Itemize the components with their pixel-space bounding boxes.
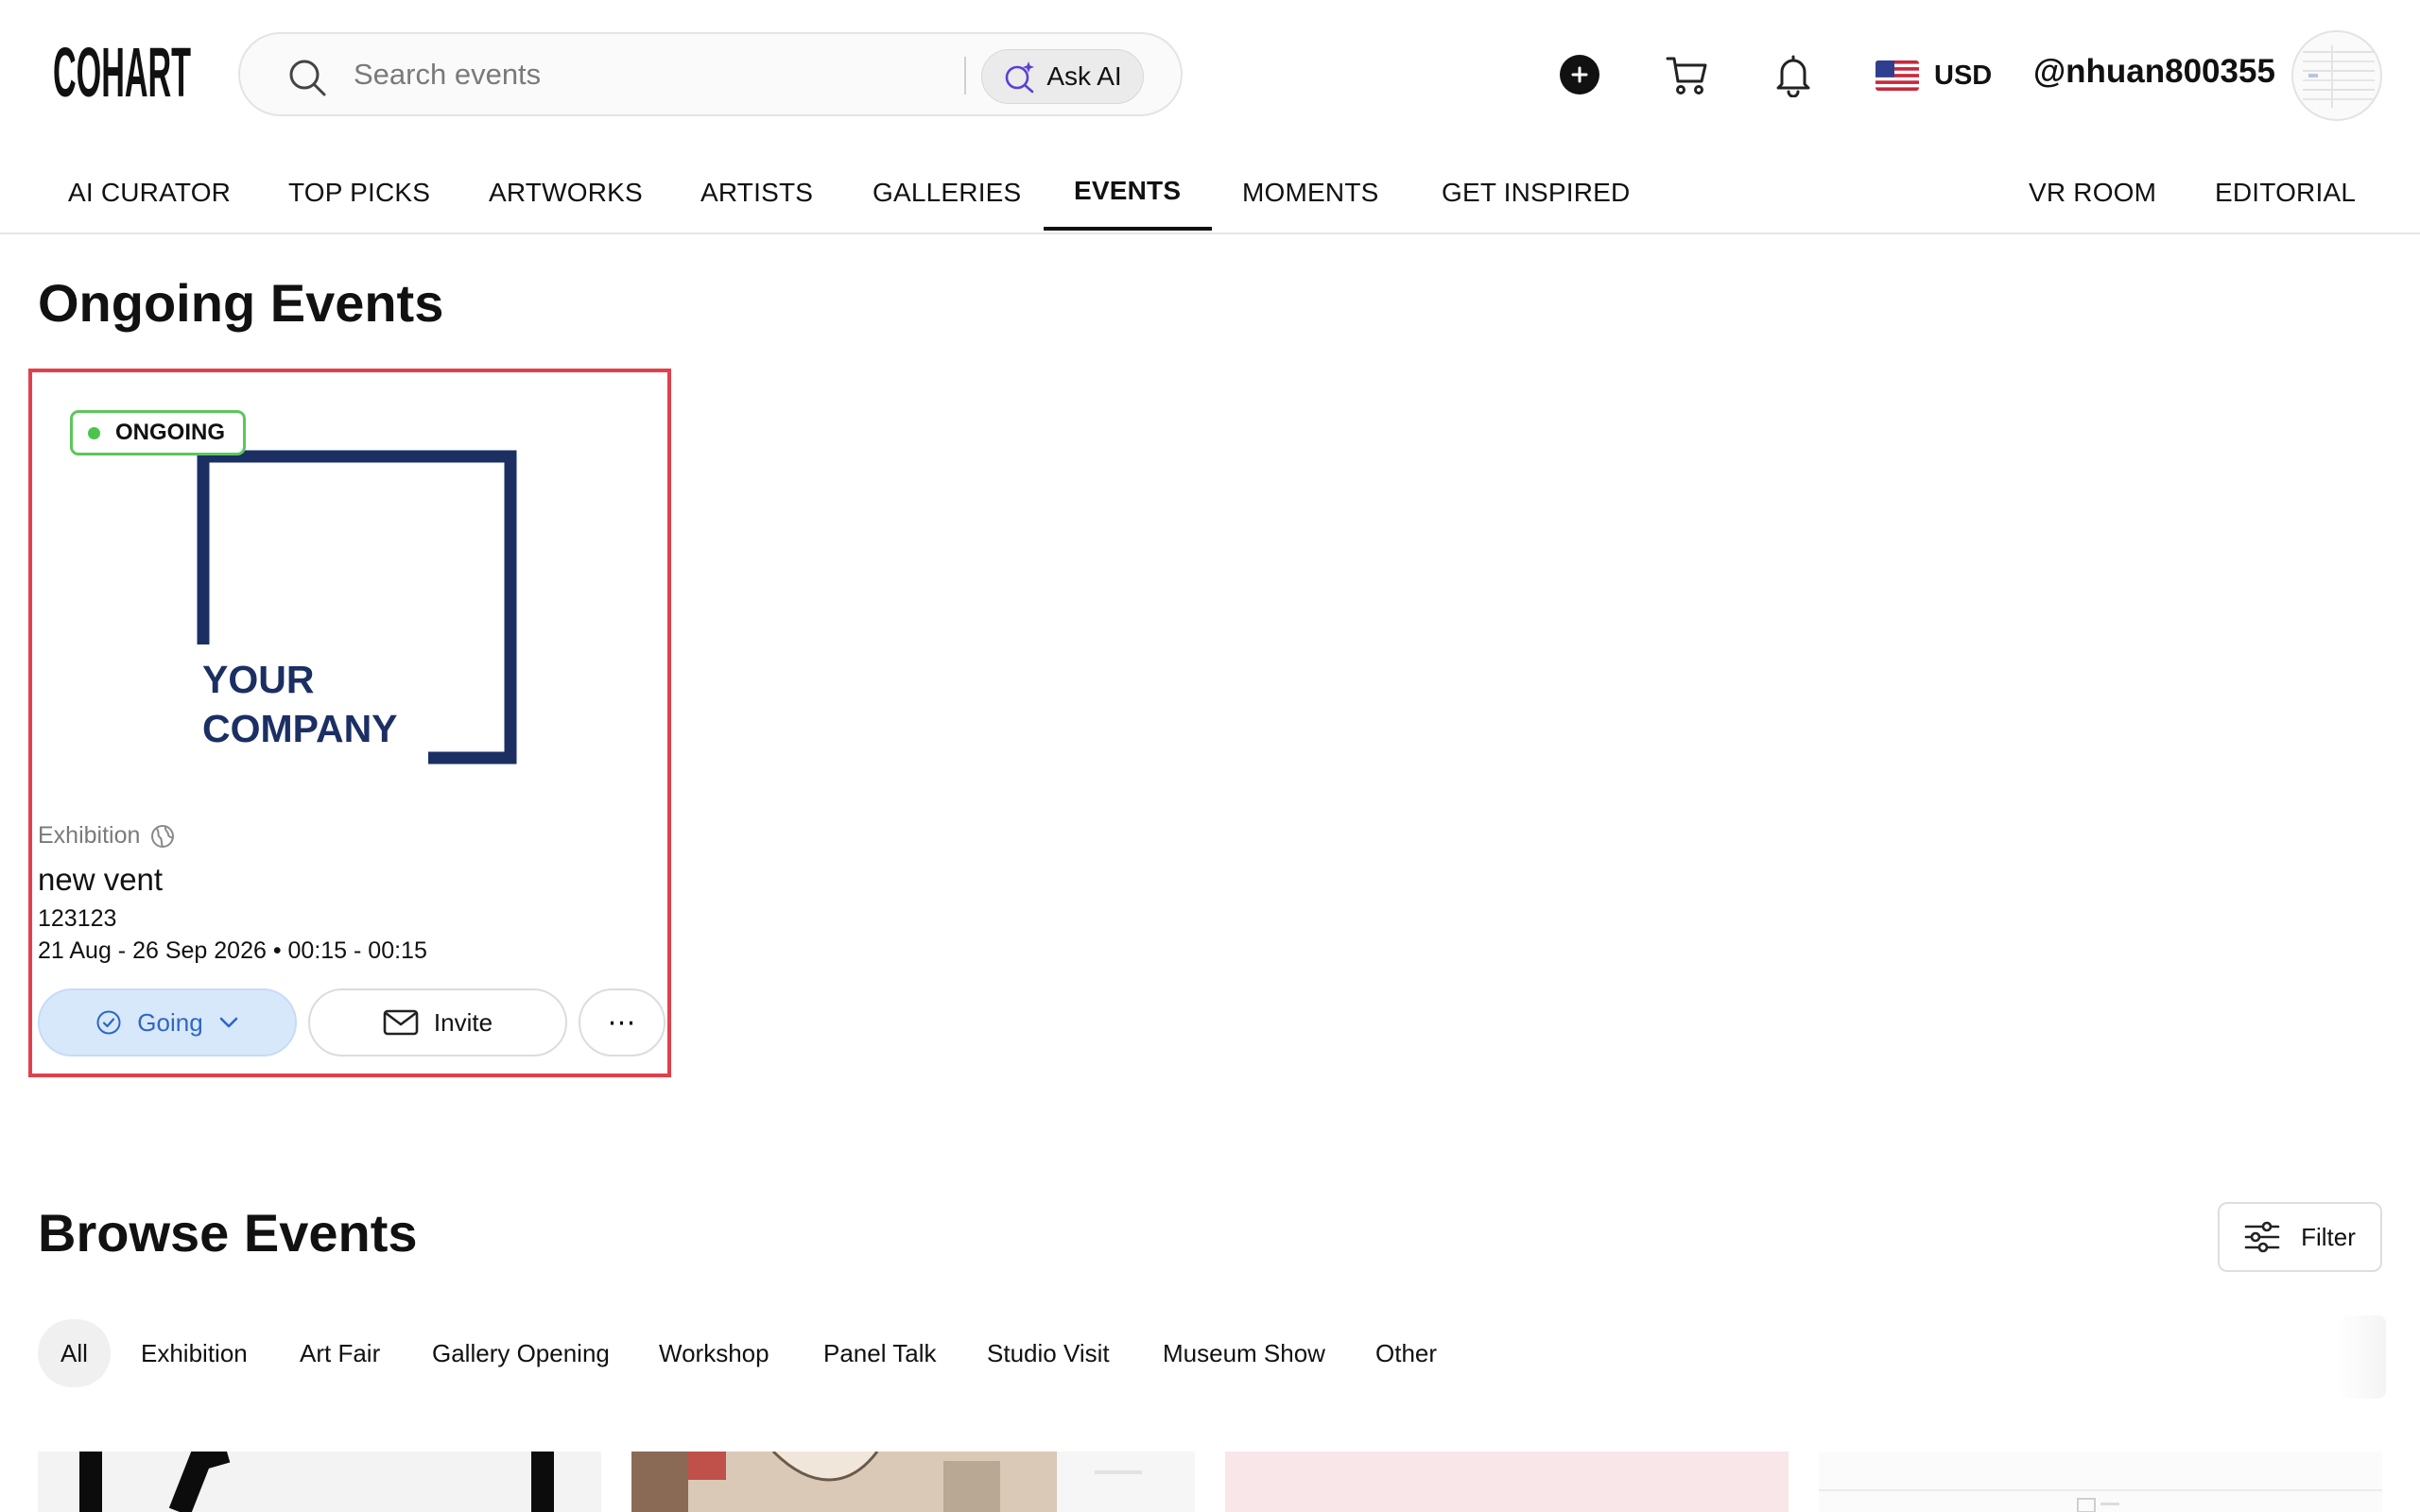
sliders-icon (2244, 1221, 2280, 1253)
cohart-logo[interactable]: COHART (53, 40, 193, 113)
event-thumbnail[interactable] (38, 1452, 601, 1512)
more-icon: ⋯ (607, 1006, 637, 1039)
chips-scroll-fade (2337, 1315, 2386, 1399)
category-chip-gallery-opening[interactable]: Gallery Opening (432, 1319, 610, 1387)
nav-artists[interactable]: ARTISTS (700, 178, 813, 208)
going-label: Going (137, 1007, 203, 1037)
nav-moments[interactable]: MOMENTS (1242, 178, 1379, 208)
nav-top-picks[interactable]: TOP PICKS (288, 178, 430, 208)
image-text-line-2: COMPANY (202, 707, 398, 750)
event-card[interactable]: YOUR COMPANY ONGOING Exhibition new vent… (28, 369, 671, 1077)
event-thumbnail[interactable] (1819, 1452, 2382, 1512)
category-chip-art-fair[interactable]: Art Fair (300, 1319, 380, 1387)
event-dates: 21 Aug - 26 Sep 2026 • 00:15 - 00:15 (38, 937, 427, 964)
nav-artworks[interactable]: ARTWORKS (489, 178, 643, 208)
event-description: 123123 (38, 905, 117, 932)
filter-label: Filter (2301, 1222, 2356, 1251)
status-dot (88, 426, 100, 439)
nav-active-indicator (1044, 227, 1212, 231)
category-chip-exhibition[interactable]: Exhibition (141, 1319, 248, 1387)
cart-icon (1666, 57, 1707, 94)
currency-label: USD (1934, 60, 1993, 91)
nav-editorial[interactable]: EDITORIAL (2215, 178, 2356, 208)
category-chip-all[interactable]: All (38, 1319, 111, 1387)
more-options-button[interactable]: ⋯ (579, 988, 666, 1057)
add-button[interactable] (1560, 55, 1599, 94)
image-text-line-1: YOUR (202, 658, 314, 701)
globe-icon (151, 824, 175, 848)
search-bar: Ask AI (238, 32, 1183, 116)
ai-search-icon (1006, 61, 1035, 94)
svg-text:COHART: COHART (53, 40, 191, 104)
nav-ai-curator[interactable]: AI CURATOR (68, 178, 231, 208)
event-title[interactable]: new vent (38, 862, 163, 898)
top-header: COHART Ask AI (0, 0, 2420, 151)
ongoing-events-title: Ongoing Events (38, 273, 444, 333)
invite-button[interactable]: Invite (308, 988, 567, 1057)
nav-get-inspired[interactable]: GET INSPIRED (1442, 178, 1630, 208)
nav-galleries[interactable]: GALLERIES (873, 178, 1021, 208)
currency-selector[interactable]: USD (1876, 55, 1992, 96)
event-thumbnail[interactable] (631, 1452, 1195, 1512)
category-chip-museum-show[interactable]: Museum Show (1163, 1319, 1325, 1387)
category-chip-panel-talk[interactable]: Panel Talk (823, 1319, 937, 1387)
cart-button[interactable] (1664, 52, 1711, 99)
check-circle-icon (96, 1010, 121, 1035)
event-thumbnail[interactable] (1225, 1452, 1789, 1512)
nav-events[interactable]: EVENTS (1074, 176, 1181, 206)
search-icon (289, 60, 326, 96)
filter-button[interactable]: Filter (2218, 1202, 2382, 1272)
main-nav: AI CURATOR TOP PICKS ARTWORKS ARTISTS GA… (0, 151, 2420, 234)
category-chip-other[interactable]: Other (1375, 1319, 1437, 1387)
search-divider (964, 57, 966, 94)
event-type: Exhibition (38, 822, 141, 849)
mail-icon (383, 1009, 419, 1036)
status-text: ONGOING (115, 420, 226, 445)
going-button[interactable]: Going (38, 988, 297, 1057)
avatar[interactable] (2291, 30, 2382, 121)
ask-ai-label: Ask AI (1046, 61, 1122, 91)
invite-label: Invite (433, 1007, 493, 1037)
event-type-row: Exhibition (38, 822, 176, 850)
ask-ai-button[interactable]: Ask AI (981, 49, 1144, 104)
plus-icon (1571, 66, 1588, 83)
us-flag-icon (1876, 60, 1919, 91)
bell-icon (1776, 55, 1810, 97)
username[interactable]: @nhuan800355 (2033, 53, 2275, 91)
browse-events-title: Browse Events (38, 1203, 418, 1263)
category-chip-studio-visit[interactable]: Studio Visit (987, 1319, 1110, 1387)
nav-vr-room[interactable]: VR ROOM (2029, 178, 2156, 208)
chevron-down-icon (219, 1017, 237, 1028)
notifications-button[interactable] (1771, 52, 1816, 99)
status-badge: ONGOING (70, 410, 246, 455)
category-chip-workshop[interactable]: Workshop (659, 1319, 769, 1387)
